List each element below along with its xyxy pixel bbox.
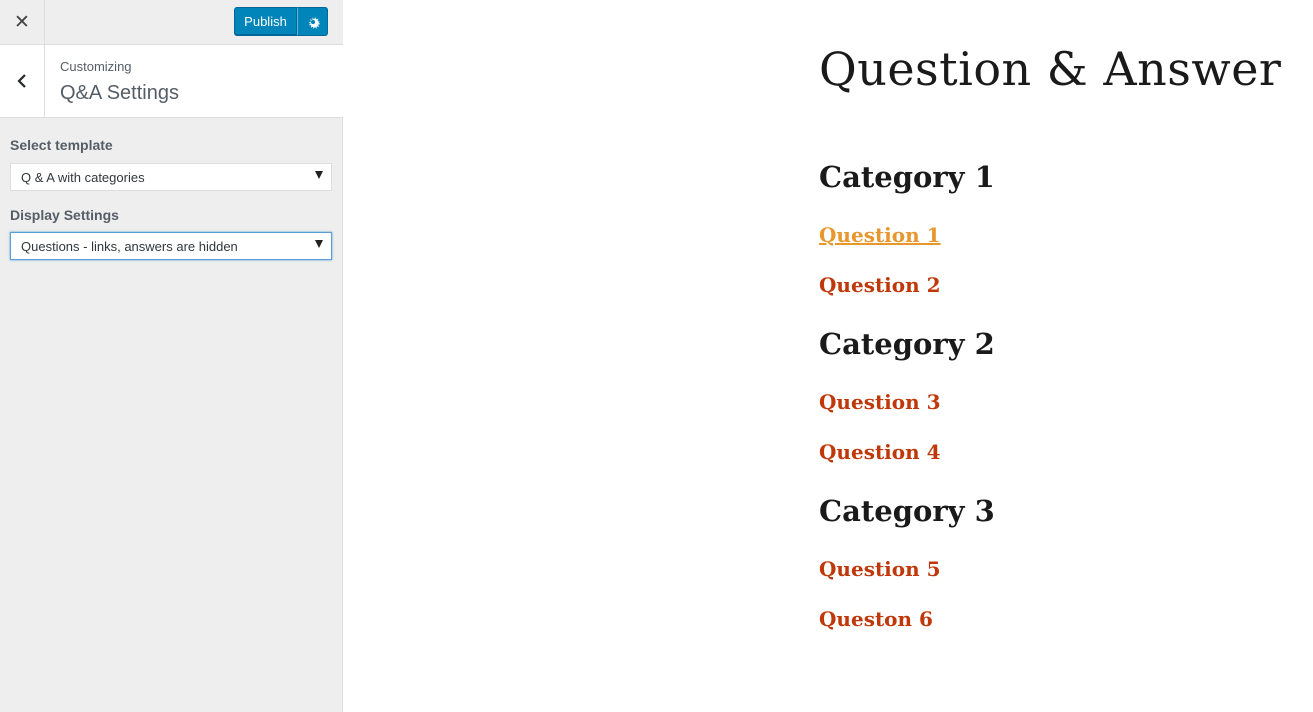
- page-title: Question & Answer: [819, 42, 1282, 96]
- close-icon: ✕: [14, 11, 30, 33]
- template-select-value: Q & A with categories: [21, 169, 145, 185]
- dropdown-arrow-icon: [315, 171, 323, 179]
- template-label: Select template: [10, 137, 113, 153]
- template-select[interactable]: Q & A with categories: [10, 163, 332, 191]
- breadcrumb: Customizing: [60, 59, 132, 74]
- gear-icon: [308, 16, 320, 29]
- publish-settings-button[interactable]: [297, 7, 328, 36]
- question-link[interactable]: Question 4: [819, 440, 941, 464]
- dropdown-arrow-icon: [315, 240, 323, 248]
- question-link[interactable]: Queston 6: [819, 607, 933, 631]
- display-settings-select[interactable]: Questions - links, answers are hidden: [10, 232, 332, 260]
- customizer-sidebar: ✕ Publish Customizing Q&A Settings Selec…: [0, 0, 343, 712]
- back-button[interactable]: [0, 45, 45, 117]
- category-title: Category 2: [819, 327, 995, 361]
- site-preview: Question & Answer Category 1 Question 1 …: [344, 0, 1313, 712]
- question-link[interactable]: Question 1: [819, 223, 941, 247]
- close-button[interactable]: ✕: [0, 0, 45, 44]
- category-title: Category 1: [819, 160, 995, 194]
- section-title: Q&A Settings: [60, 82, 179, 104]
- publish-group: Publish: [234, 7, 328, 36]
- category-title: Category 3: [819, 494, 995, 528]
- question-link[interactable]: Question 2: [819, 273, 941, 297]
- customizer-header: ✕ Publish: [0, 0, 343, 45]
- question-link[interactable]: Question 5: [819, 557, 941, 581]
- publish-button[interactable]: Publish: [234, 7, 297, 36]
- question-link[interactable]: Question 3: [819, 390, 941, 414]
- display-settings-value: Questions - links, answers are hidden: [21, 238, 238, 254]
- display-settings-label: Display Settings: [10, 207, 119, 223]
- section-header: Customizing Q&A Settings: [0, 45, 343, 118]
- chevron-left-icon: [17, 74, 26, 88]
